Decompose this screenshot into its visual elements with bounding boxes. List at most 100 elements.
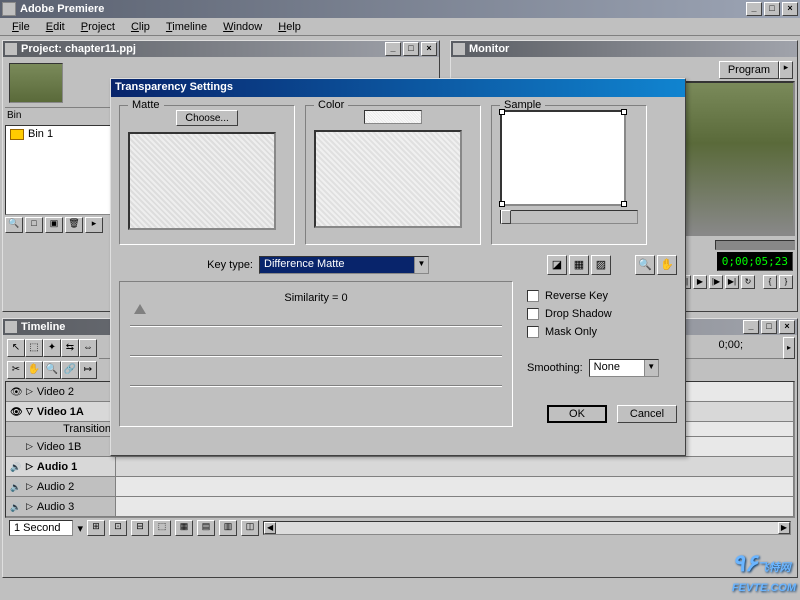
track-content-audio2[interactable]	[116, 477, 794, 496]
step-forward-button[interactable]: |▶	[709, 275, 723, 289]
zoom-select[interactable]: 1 Second	[9, 520, 73, 536]
speaker-icon[interactable]: 🔊	[10, 502, 22, 512]
choose-button[interactable]: Choose...	[176, 110, 238, 126]
mark-in-button[interactable]: {	[763, 275, 777, 289]
range-tool[interactable]: ⬚	[25, 339, 43, 357]
track-head-video1a[interactable]: 👁 ▽ Video 1A	[6, 402, 116, 421]
selection-tool[interactable]: ↖	[7, 339, 25, 357]
track-head-audio3[interactable]: 🔊 ▷ Audio 3	[6, 497, 116, 516]
scroll-left-button[interactable]: ◀	[264, 522, 276, 534]
project-titlebar[interactable]: Project: chapter11.ppj _ □ ×	[3, 41, 439, 57]
loop-button[interactable]: ↻	[741, 275, 755, 289]
in-out-tool[interactable]: ↦	[79, 361, 97, 379]
timeline-close-button[interactable]: ×	[779, 320, 795, 334]
timeline-maximize-button[interactable]: □	[761, 320, 777, 334]
tl-opt-6[interactable]: ▤	[197, 520, 215, 536]
timecode-display: 0;00;05;23	[717, 252, 793, 271]
edit-tool[interactable]: ✦	[43, 339, 61, 357]
similarity-slider-thumb[interactable]	[134, 304, 146, 314]
project-tool-delete[interactable]: 🗑	[65, 217, 83, 233]
reverse-key-checkbox[interactable]: Reverse Key	[527, 287, 677, 305]
mask-only-checkbox[interactable]: Mask Only	[527, 323, 677, 341]
drop-shadow-checkbox[interactable]: Drop Shadow	[527, 305, 677, 323]
play-button[interactable]: ▶	[693, 275, 707, 289]
similarity-label: Similarity = 0	[130, 292, 502, 304]
hand-icon[interactable]: ✋	[657, 255, 677, 275]
frame-forward-button[interactable]: ▶|	[725, 275, 739, 289]
hand-tool[interactable]: ✋	[25, 361, 43, 379]
tl-opt-1[interactable]: ⊞	[87, 520, 105, 536]
smoothing-label: Smoothing:	[527, 362, 583, 374]
menu-clip[interactable]: Clip	[123, 20, 158, 34]
expand-icon[interactable]: ▷	[26, 386, 33, 397]
mark-out-button[interactable]: }	[779, 275, 793, 289]
expand-icon[interactable]: ▷	[26, 461, 33, 472]
zoom-icon[interactable]: 🔍	[635, 255, 655, 275]
tl-opt-8[interactable]: ◫	[241, 520, 259, 536]
expand-icon[interactable]: ▷	[26, 501, 33, 512]
project-tool-menu[interactable]: ▸	[85, 217, 103, 233]
ok-button[interactable]: OK	[547, 405, 607, 423]
project-tool-new-bin[interactable]: □	[25, 217, 43, 233]
expand-icon[interactable]: ▷	[26, 481, 33, 492]
scroll-track[interactable]	[276, 522, 778, 534]
sample-slider[interactable]	[500, 210, 638, 224]
track-head-audio1[interactable]: 🔊 ▷ Audio 1	[6, 457, 116, 476]
smoothing-dropdown[interactable]: None ▼	[589, 359, 659, 377]
track-content-audio3[interactable]	[116, 497, 794, 516]
zoom-tool[interactable]: 🔍	[43, 361, 61, 379]
project-minimize-button[interactable]: _	[385, 42, 401, 56]
speaker-icon[interactable]: 🔊	[10, 462, 22, 472]
track-head-video1b[interactable]: ▷ Video 1B	[6, 437, 116, 456]
tl-opt-2[interactable]: ⊡	[109, 520, 127, 536]
project-tool-find[interactable]: 🔍	[5, 217, 23, 233]
menubar: File Edit Project Clip Timeline Window H…	[0, 18, 800, 36]
tl-opt-4[interactable]: ⬚	[153, 520, 171, 536]
monitor-window-icon	[453, 43, 465, 55]
track-head-transition[interactable]: Transition	[6, 422, 116, 436]
close-button[interactable]: ×	[782, 2, 798, 16]
color-preview-icon[interactable]: ▨	[591, 255, 611, 275]
link-tool[interactable]: 🔗	[61, 361, 79, 379]
tl-opt-7[interactable]: ▥	[219, 520, 237, 536]
expand-icon[interactable]: ▷	[26, 441, 33, 452]
eye-icon[interactable]: 👁	[10, 407, 22, 417]
menu-file[interactable]: File	[4, 20, 38, 34]
sample-preview[interactable]	[500, 110, 626, 206]
track-content-audio1[interactable]	[116, 457, 794, 476]
key-type-dropdown[interactable]: Difference Matte ▼	[259, 256, 429, 274]
rate-tool[interactable]: ⇔	[79, 339, 97, 357]
ripple-tool[interactable]: ⇆	[61, 339, 79, 357]
cancel-button[interactable]: Cancel	[617, 405, 677, 423]
project-maximize-button[interactable]: □	[403, 42, 419, 56]
tab-program[interactable]: Program	[719, 61, 779, 79]
timeline-minimize-button[interactable]: _	[743, 320, 759, 334]
monitor-titlebar[interactable]: Monitor	[451, 41, 797, 57]
menu-timeline[interactable]: Timeline	[158, 20, 215, 34]
razor-tool[interactable]: ✂	[7, 361, 25, 379]
menu-help[interactable]: Help	[270, 20, 309, 34]
menu-edit[interactable]: Edit	[38, 20, 73, 34]
maximize-button[interactable]: □	[764, 2, 780, 16]
track-head-video2[interactable]: 👁 ▷ Video 2	[6, 382, 116, 401]
bw-preview-icon[interactable]: ◪	[547, 255, 567, 275]
collapse-icon[interactable]: ▽	[26, 406, 33, 417]
minimize-button[interactable]: _	[746, 2, 762, 16]
timeline-menu-button[interactable]: ▸	[783, 337, 795, 359]
timeline-window-title: Timeline	[21, 321, 65, 333]
color-chip[interactable]	[364, 110, 422, 124]
project-close-button[interactable]: ×	[421, 42, 437, 56]
speaker-icon[interactable]: 🔊	[10, 482, 22, 492]
menu-project[interactable]: Project	[73, 20, 123, 34]
track-head-audio2[interactable]: 🔊 ▷ Audio 2	[6, 477, 116, 496]
project-tool-new-item[interactable]: ▣	[45, 217, 63, 233]
scroll-right-button[interactable]: ▶	[778, 522, 790, 534]
dialog-titlebar[interactable]: Transparency Settings	[111, 79, 685, 97]
monitor-scrubber[interactable]	[715, 240, 795, 250]
eye-icon[interactable]: 👁	[10, 387, 22, 397]
menu-window[interactable]: Window	[215, 20, 270, 34]
monitor-menu-button[interactable]: ▸	[779, 61, 793, 79]
tl-opt-5[interactable]: ▦	[175, 520, 193, 536]
checker-preview-icon[interactable]: ▦	[569, 255, 589, 275]
tl-opt-3[interactable]: ⊟	[131, 520, 149, 536]
